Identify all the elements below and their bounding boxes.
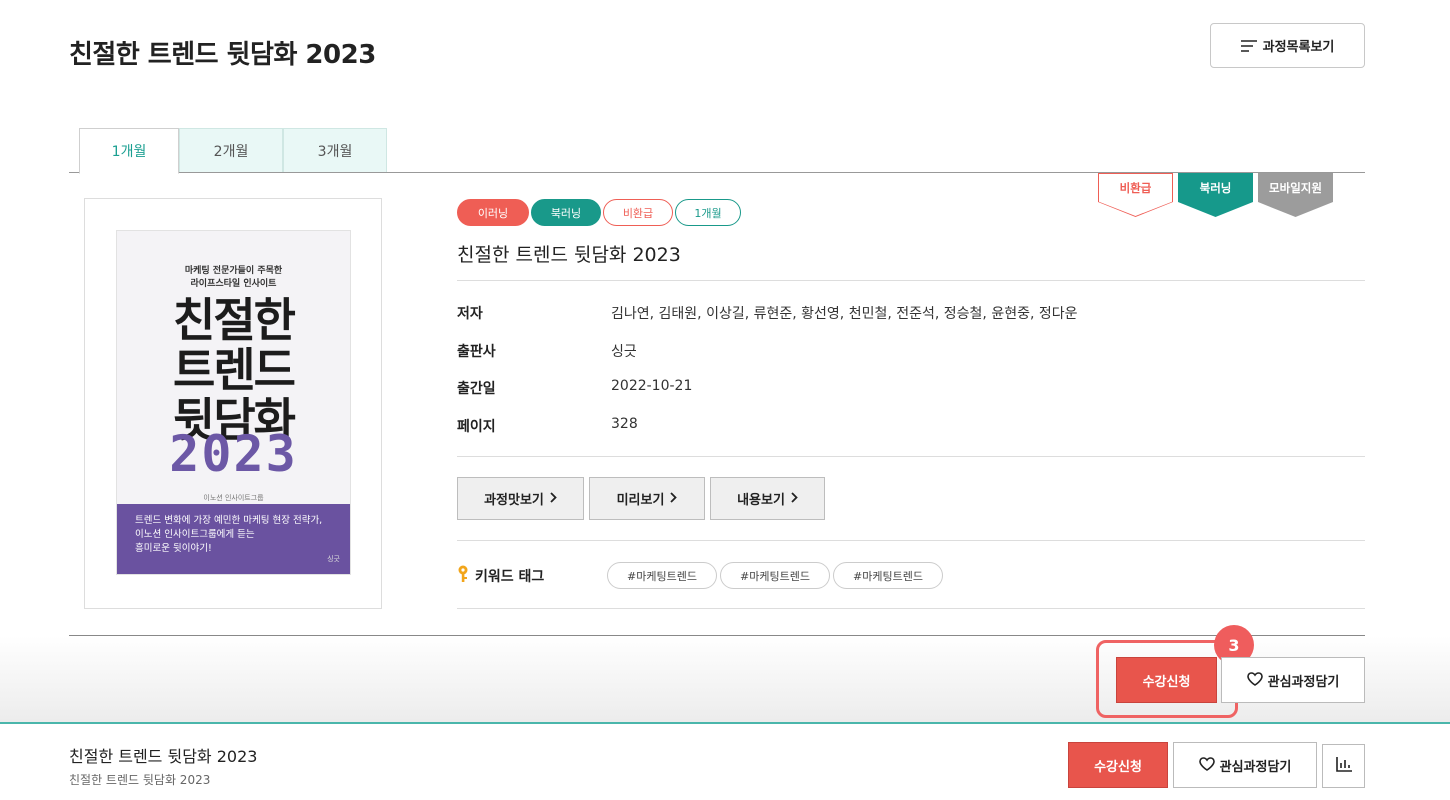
ribbon-non-refund: 비환급: [1098, 173, 1173, 217]
info-row-author: 저자 김나연, 김태원, 이상길, 류현준, 황선영, 천민철, 전준석, 정승…: [457, 303, 1357, 323]
book-cover: 마케팅 전문가들이 주목한 라이프스타일 인사이트 친절한 트렌드 뒷담화 20…: [116, 230, 351, 575]
chip-elearning: 이러닝: [457, 199, 529, 226]
info-value: 328: [611, 416, 638, 432]
book-cover-publisher: 이노션 인사이트그룹: [203, 494, 264, 502]
book-cover-logo: 싱긋: [327, 555, 340, 563]
keyword-tag[interactable]: #마케팅트렌드: [607, 562, 717, 589]
course-chips: 이러닝 북러닝 비환급 1개월: [457, 199, 741, 226]
bottom-enroll-button[interactable]: 수강신청: [1068, 742, 1168, 788]
divider: [457, 280, 1365, 281]
info-label: 출간일: [457, 381, 496, 397]
chevron-right-icon: [670, 491, 678, 506]
bottom-bar-border: [0, 722, 1450, 724]
info-value: 2022-10-21: [611, 378, 693, 394]
divider: [457, 540, 1365, 541]
preview-course-button[interactable]: 과정맛보기: [457, 477, 584, 520]
ribbon-booklearning: 북러닝: [1178, 173, 1253, 217]
heart-icon: [1198, 756, 1215, 774]
chip-non-refund: 비환급: [603, 199, 673, 226]
book-cover-band: 트렌드 변화에 가장 예민한 마케팅 현장 전략가, 이노션 인사이트그룹에게 …: [117, 504, 350, 574]
key-icon: [457, 565, 469, 587]
divider: [457, 456, 1365, 457]
info-label: 페이지: [457, 419, 496, 435]
book-cover-frame: 마케팅 전문가들이 주목한 라이프스타일 인사이트 친절한 트렌드 뒷담화 20…: [84, 198, 382, 609]
preview-button[interactable]: 미리보기: [589, 477, 705, 520]
heart-icon: [1246, 671, 1263, 689]
info-value: 김나연, 김태원, 이상길, 류현준, 황선영, 천민철, 전준석, 정승철, …: [611, 306, 1078, 322]
duration-tabs: 1개월 2개월 3개월: [79, 128, 387, 174]
course-list-button[interactable]: 과정목록보기: [1210, 23, 1365, 68]
bottom-bar-title: 친절한 트렌드 뒷담화 2023: [69, 747, 258, 766]
chip-1-month: 1개월: [675, 199, 741, 226]
wishlist-button[interactable]: 관심과정담기: [1221, 657, 1365, 703]
list-icon: [1240, 39, 1257, 52]
chevron-right-icon: [550, 491, 557, 506]
bar-chart-icon: [1335, 757, 1352, 775]
keyword-label: 키워드 태그: [457, 565, 544, 587]
chevron-right-icon: [791, 491, 798, 506]
tab-2-month[interactable]: 2개월: [179, 128, 283, 173]
info-row-publisher: 출판사 싱긋: [457, 341, 1357, 361]
info-row-pages: 페이지 328: [457, 416, 1357, 436]
keyword-tag[interactable]: #마케팅트렌드: [720, 562, 830, 589]
action-buttons: 과정맛보기 미리보기 내용보기: [457, 477, 825, 520]
bottom-bar-subtitle: 친절한 트렌드 뒷담화 2023: [69, 773, 211, 787]
course-list-label: 과정목록보기: [1262, 40, 1335, 55]
ribbon-mobile: 모바일지원: [1258, 173, 1333, 217]
book-cover-subtitle: 마케팅 전문가들이 주목한 라이프스타일 인사이트: [184, 266, 283, 289]
chip-booklearning: 북러닝: [531, 199, 601, 226]
info-value: 싱긋: [611, 344, 637, 360]
tab-1-month[interactable]: 1개월: [79, 128, 179, 174]
divider: [457, 608, 1365, 609]
page-title: 친절한 트렌드 뒷담화 2023: [69, 40, 376, 70]
bottom-wishlist-button[interactable]: 관심과정담기: [1173, 742, 1317, 788]
book-cover-year: 2023: [169, 425, 298, 483]
keyword-tags: #마케팅트렌드 #마케팅트렌드 #마케팅트렌드: [607, 562, 943, 589]
course-ribbons: 비환급 북러닝 모바일지원: [1098, 173, 1333, 217]
bottom-chart-button[interactable]: [1322, 744, 1365, 788]
content-view-button[interactable]: 내용보기: [710, 477, 825, 520]
info-label: 저자: [457, 306, 483, 322]
info-label: 출판사: [457, 344, 496, 360]
info-row-date: 출간일 2022-10-21: [457, 378, 1357, 398]
course-title: 친절한 트렌드 뒷담화 2023: [457, 244, 681, 266]
tab-3-month[interactable]: 3개월: [283, 128, 387, 173]
keyword-tag[interactable]: #마케팅트렌드: [833, 562, 943, 589]
book-cover-title: 친절한 트렌드 뒷담화: [173, 293, 296, 447]
